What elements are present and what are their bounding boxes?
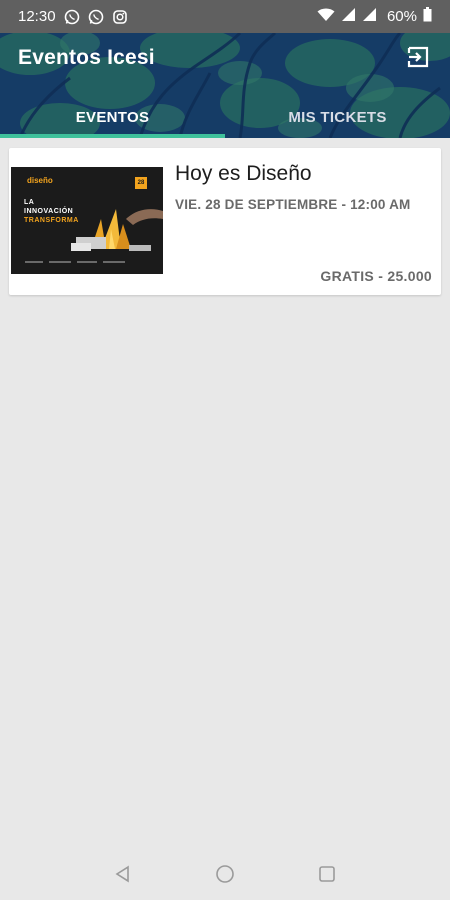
- poster-headline: LA: [24, 199, 35, 206]
- poster-date-badge: 28: [135, 177, 147, 189]
- signal-icon: [341, 7, 356, 26]
- poster-artwork: [71, 209, 163, 251]
- poster-headline: INNOVACIÓN: [24, 208, 74, 215]
- event-poster-image: diseño 28 LA INNOVACIÓN TRANSFORMA: [11, 167, 163, 274]
- app-header: Eventos Icesi EVENTOS MIS TICKETS: [0, 33, 450, 138]
- poster-brand: diseño: [27, 176, 53, 185]
- event-title: Hoy es Diseño: [175, 162, 312, 185]
- event-card[interactable]: diseño 28 LA INNOVACIÓN TRANSFORMA Hoy e…: [9, 148, 441, 295]
- navigation-bar: [0, 852, 450, 900]
- tab-label: EVENTOS: [75, 109, 150, 126]
- back-icon: [114, 865, 132, 888]
- recents-button[interactable]: [316, 865, 338, 887]
- back-button[interactable]: [112, 865, 134, 887]
- wifi-icon: [317, 8, 335, 26]
- battery-icon: [423, 7, 432, 26]
- recents-icon: [318, 865, 336, 888]
- whatsapp-icon: [64, 9, 80, 25]
- tab-label: MIS TICKETS: [288, 109, 387, 126]
- status-right: 60%: [317, 0, 432, 33]
- app-title: Eventos Icesi: [18, 46, 155, 69]
- tab-mis-tickets[interactable]: MIS TICKETS: [225, 97, 450, 138]
- home-button[interactable]: [214, 864, 236, 889]
- signal-icon: [362, 7, 377, 26]
- status-bar: 12:30 60%: [0, 0, 450, 33]
- whatsapp-icon: [88, 9, 104, 25]
- tab-bar: EVENTOS MIS TICKETS: [0, 97, 450, 138]
- status-time: 12:30: [18, 8, 56, 25]
- logout-button[interactable]: [404, 45, 432, 73]
- tab-eventos[interactable]: EVENTOS: [0, 97, 225, 138]
- poster-footer: [25, 261, 125, 263]
- battery-percent: 60%: [386, 8, 417, 25]
- instagram-icon: [112, 9, 128, 25]
- event-date: VIE. 28 DE SEPTIEMBRE - 12:00 AM: [175, 197, 411, 212]
- home-icon: [215, 864, 235, 889]
- logout-icon: [406, 45, 430, 74]
- event-price: GRATIS - 25.000: [320, 268, 432, 284]
